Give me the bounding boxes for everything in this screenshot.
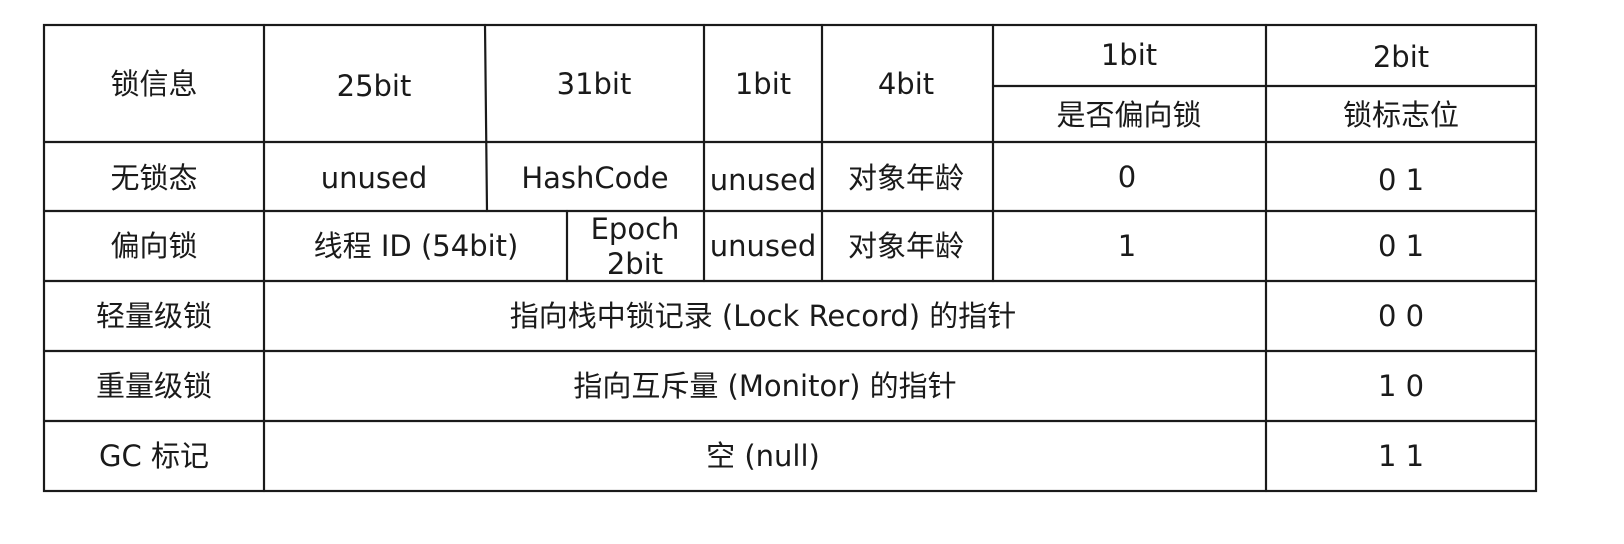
row-heavyweight-label: 重量级锁 [96, 369, 212, 403]
row-lightweight-label: 轻量级锁 [96, 299, 212, 333]
row-biased-thread-id: 线程 ID (54bit) [314, 229, 519, 263]
header-25bit: 25bit [337, 69, 412, 103]
row-unlocked-unused-25: unused [321, 161, 428, 195]
row-gc-flag: 1 1 [1378, 439, 1424, 473]
row-unlocked-age: 对象年龄 [848, 161, 964, 195]
row-heavyweight-flag: 1 0 [1378, 369, 1424, 403]
header-2bit: 2bit [1373, 40, 1429, 74]
header-4bit: 4bit [878, 67, 934, 101]
row-unlocked-biased: 0 [1118, 160, 1136, 194]
col-divider-31bit [483, 23, 489, 213]
header-1bit-biased: 1bit [1101, 38, 1157, 72]
header-lock-flag: 锁标志位 [1343, 98, 1459, 132]
row-lightweight-content: 指向栈中锁记录 (Lock Record) 的指针 [510, 299, 1017, 333]
header-biased-flag: 是否偏向锁 [1056, 98, 1201, 132]
row-lightweight-flag: 0 0 [1378, 299, 1424, 333]
row-gc-label: GC 标记 [99, 439, 209, 473]
row-biased-label: 偏向锁 [110, 229, 197, 263]
header-31bit: 31bit [557, 67, 632, 101]
row-biased-flag: 0 1 [1378, 229, 1424, 263]
header-1bit-unused: 1bit [735, 67, 791, 101]
row-biased-epoch-bits: 2bit [607, 247, 663, 281]
row-unlocked-flag: 0 1 [1378, 163, 1424, 197]
header-lock-info: 锁信息 [110, 67, 197, 101]
row-biased-biased: 1 [1118, 229, 1136, 263]
mark-word-table: 锁信息 25bit 31bit 1bit 4bit 1bit 2bit 是否偏向… [42, 23, 1538, 493]
row-biased-unused-1: unused [710, 229, 817, 263]
row-gc-content: 空 (null) [706, 439, 820, 473]
row-unlocked-unused-1: unused [710, 163, 817, 197]
row-biased-epoch: Epoch [591, 212, 680, 246]
row-unlocked-hashcode: HashCode [521, 161, 668, 195]
row-heavyweight-content: 指向互斥量 (Monitor) 的指针 [573, 369, 956, 403]
row-unlocked-label: 无锁态 [110, 161, 197, 195]
row-biased-age: 对象年龄 [848, 229, 964, 263]
